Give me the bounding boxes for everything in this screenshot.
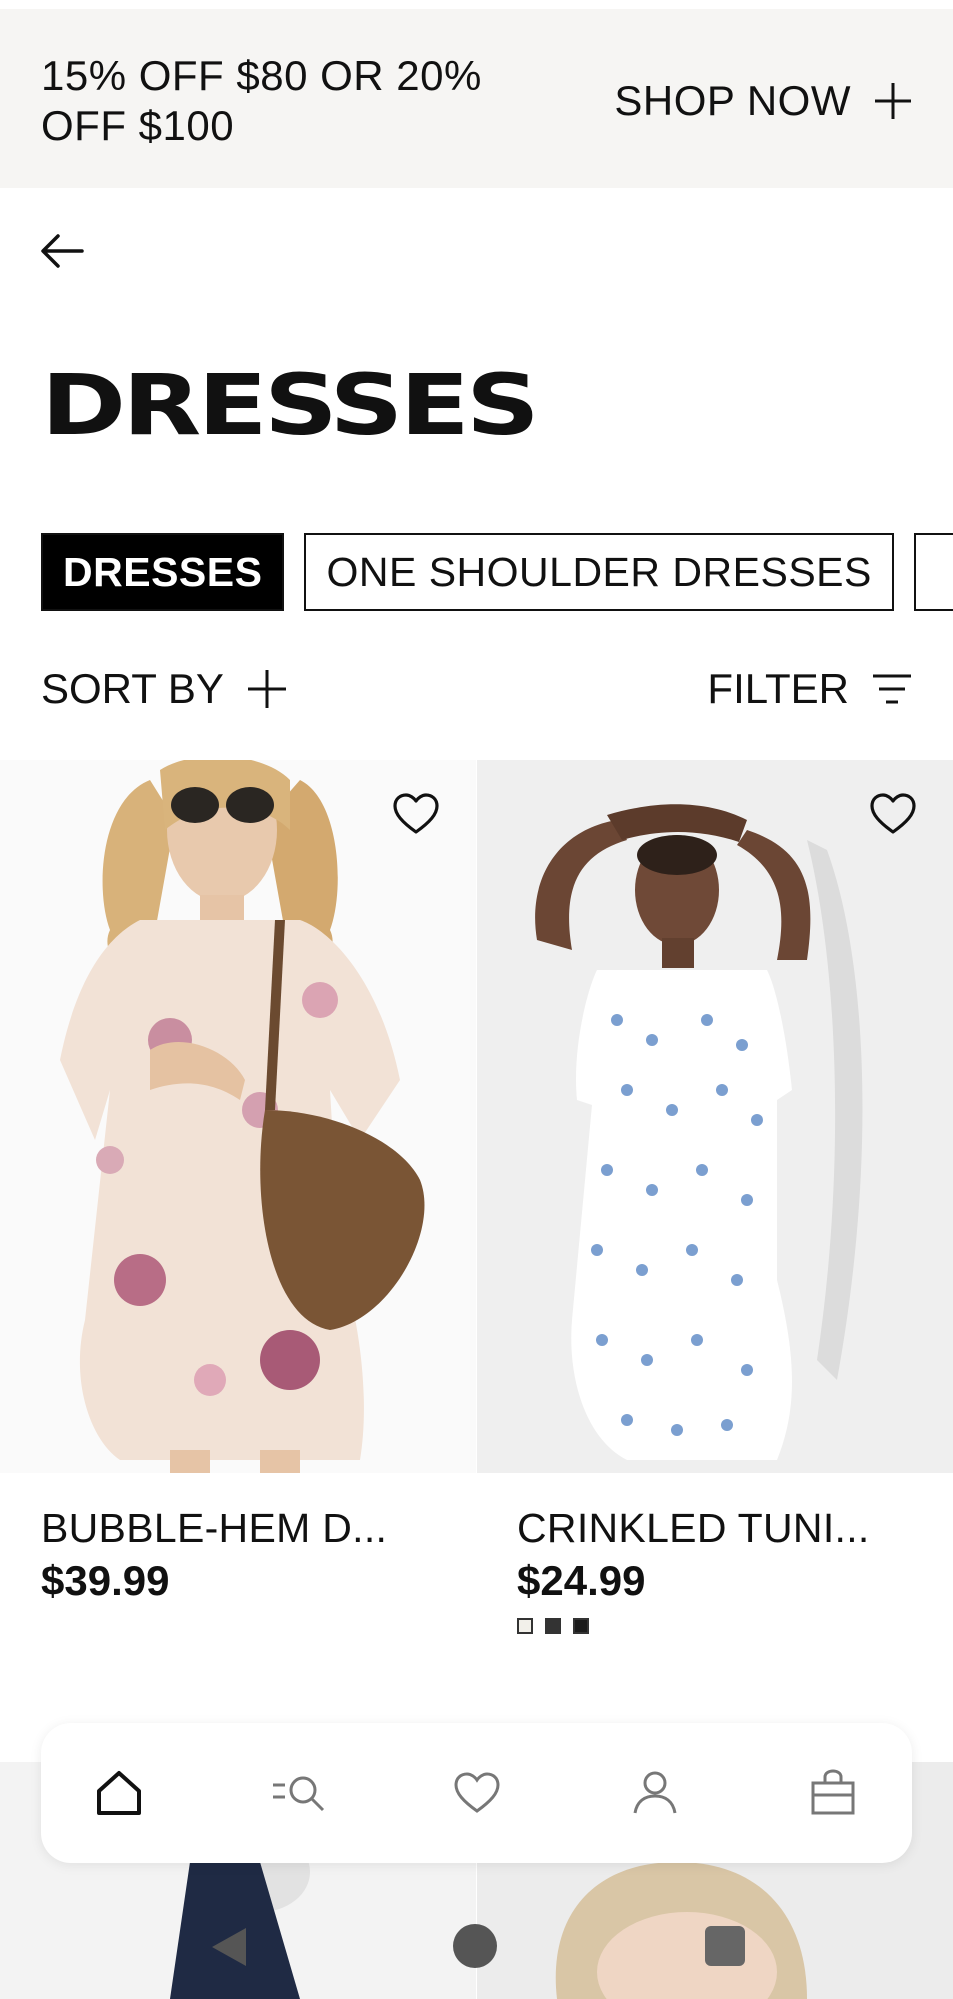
chip-label: DRESSES [63, 548, 263, 595]
back-button[interactable] [38, 226, 88, 276]
shop-now-link[interactable]: SHOP NOW [614, 77, 913, 125]
nav-bag[interactable] [805, 1765, 861, 1821]
chip-label: ONE SHOULDER DRESSES [326, 548, 872, 595]
bag-icon [811, 1769, 855, 1815]
home-icon [97, 1771, 141, 1815]
system-recents-icon[interactable] [705, 1926, 745, 1966]
arrow-left-icon [41, 234, 84, 268]
filter-label: FILTER [707, 665, 849, 712]
filter-icon [873, 674, 911, 704]
system-back-icon[interactable] [206, 1924, 252, 1970]
plus-icon [247, 670, 286, 708]
chip-next-partial[interactable] [913, 533, 953, 611]
nav-account[interactable] [627, 1765, 683, 1821]
status-strip [0, 0, 953, 9]
search-menu-icon [273, 1776, 325, 1812]
product-name-2[interactable]: CRINKLED TUNI... [517, 1505, 870, 1552]
heart-icon[interactable] [392, 792, 440, 836]
promo-banner[interactable]: 15% OFF $80 OR 20% OFF $100 SHOP NOW [0, 9, 953, 188]
product-price-1: $39.99 [41, 1557, 170, 1604]
nav-search[interactable] [269, 1765, 333, 1821]
system-home-icon[interactable] [453, 1924, 497, 1968]
shop-now-label: SHOP NOW [614, 77, 851, 124]
nav-home[interactable] [91, 1765, 147, 1821]
sort-filter-bar: SORT BY FILTER [41, 665, 913, 725]
category-chips: DRESSES ONE SHOULDER DRESSES [41, 533, 953, 615]
chip-dresses[interactable]: DRESSES [41, 533, 285, 611]
plus-icon [875, 83, 911, 119]
sort-by-label: SORT BY [41, 665, 224, 712]
sort-by-button[interactable]: SORT BY [41, 665, 288, 713]
color-swatches [517, 1618, 589, 1634]
chip-one-shoulder-dresses[interactable]: ONE SHOULDER DRESSES [304, 533, 894, 611]
filter-button[interactable]: FILTER [707, 665, 913, 713]
product-image-1[interactable] [0, 760, 476, 1473]
heart-icon[interactable] [869, 792, 917, 836]
account-icon [633, 1771, 677, 1814]
product-price-2: $24.99 [517, 1557, 646, 1604]
bottom-nav-bar [41, 1723, 912, 1863]
nav-favorites[interactable] [449, 1765, 505, 1821]
color-swatch[interactable] [545, 1618, 561, 1634]
product-image-2[interactable] [477, 760, 953, 1473]
page-title: DRESSES [41, 356, 540, 454]
promo-text: 15% OFF $80 OR 20% OFF $100 [41, 52, 482, 149]
color-swatch[interactable] [573, 1618, 589, 1634]
product-photo-floral-dress [0, 760, 476, 1473]
color-swatch[interactable] [517, 1618, 533, 1634]
product-name-1[interactable]: BUBBLE-HEM D... [41, 1505, 387, 1552]
heart-icon [454, 1772, 500, 1813]
system-navigation [0, 1900, 953, 1999]
product-photo-tunic-dress [477, 760, 953, 1473]
